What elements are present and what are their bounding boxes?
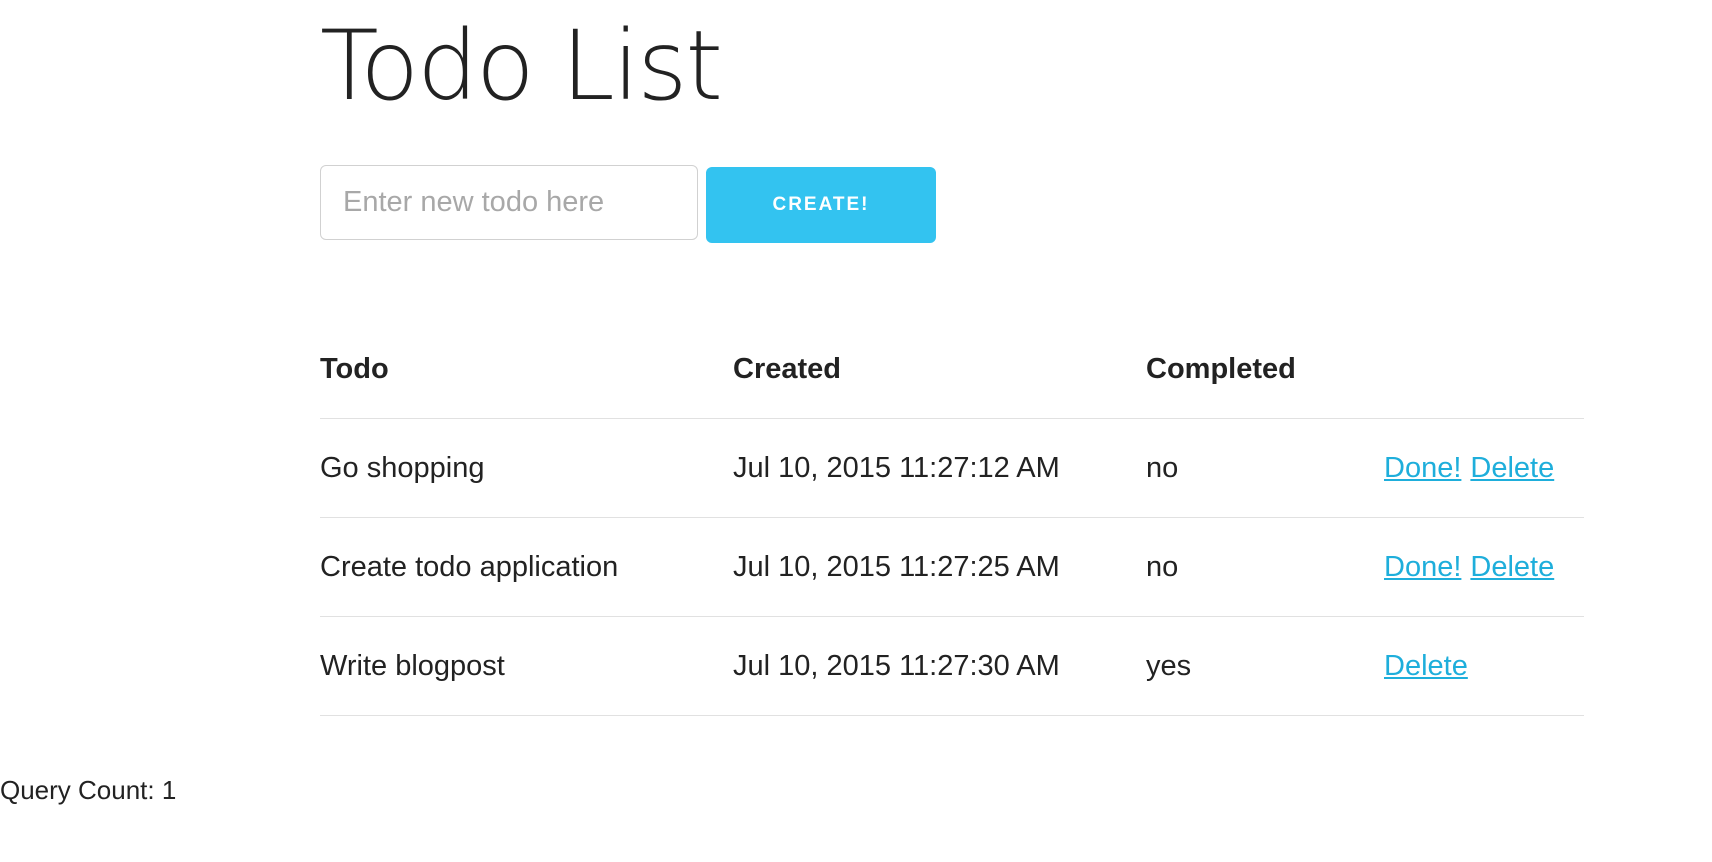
- create-todo-form: CREATE!: [320, 165, 936, 243]
- table-header-row: Todo Created Completed: [320, 320, 1584, 419]
- page: Todo List CREATE! Todo Created Completed…: [0, 0, 1712, 862]
- delete-link[interactable]: Delete: [1384, 650, 1468, 682]
- table-row: Write blogpost Jul 10, 2015 11:27:30 AM …: [320, 616, 1584, 716]
- row-actions: Delete: [1384, 616, 1584, 716]
- todo-text: Go shopping: [320, 418, 733, 518]
- header-created: Created: [733, 320, 1146, 419]
- table-row: Create todo application Jul 10, 2015 11:…: [320, 517, 1584, 617]
- table-row: Go shopping Jul 10, 2015 11:27:12 AM no …: [320, 418, 1584, 518]
- todo-text: Write blogpost: [320, 616, 733, 716]
- delete-link[interactable]: Delete: [1470, 452, 1554, 484]
- todo-text: Create todo application: [320, 517, 733, 617]
- created-date: Jul 10, 2015 11:27:12 AM: [733, 418, 1146, 518]
- page-title: Todo List: [320, 10, 723, 122]
- todo-table: Todo Created Completed Go shopping Jul 1…: [320, 320, 1584, 716]
- create-button[interactable]: CREATE!: [706, 167, 936, 243]
- completed-status: yes: [1146, 616, 1384, 716]
- header-completed: Completed: [1146, 320, 1384, 419]
- completed-status: no: [1146, 517, 1384, 617]
- created-date: Jul 10, 2015 11:27:25 AM: [733, 517, 1146, 617]
- new-todo-input[interactable]: [320, 165, 698, 240]
- completed-status: no: [1146, 418, 1384, 518]
- delete-link[interactable]: Delete: [1470, 551, 1554, 583]
- created-date: Jul 10, 2015 11:27:30 AM: [733, 616, 1146, 716]
- done-link[interactable]: Done!: [1384, 452, 1461, 484]
- done-link[interactable]: Done!: [1384, 551, 1461, 583]
- header-actions: [1384, 320, 1584, 419]
- row-actions: Done! Delete: [1384, 418, 1584, 518]
- query-count: Query Count: 1: [0, 775, 177, 805]
- row-actions: Done! Delete: [1384, 517, 1584, 617]
- header-todo: Todo: [320, 320, 733, 419]
